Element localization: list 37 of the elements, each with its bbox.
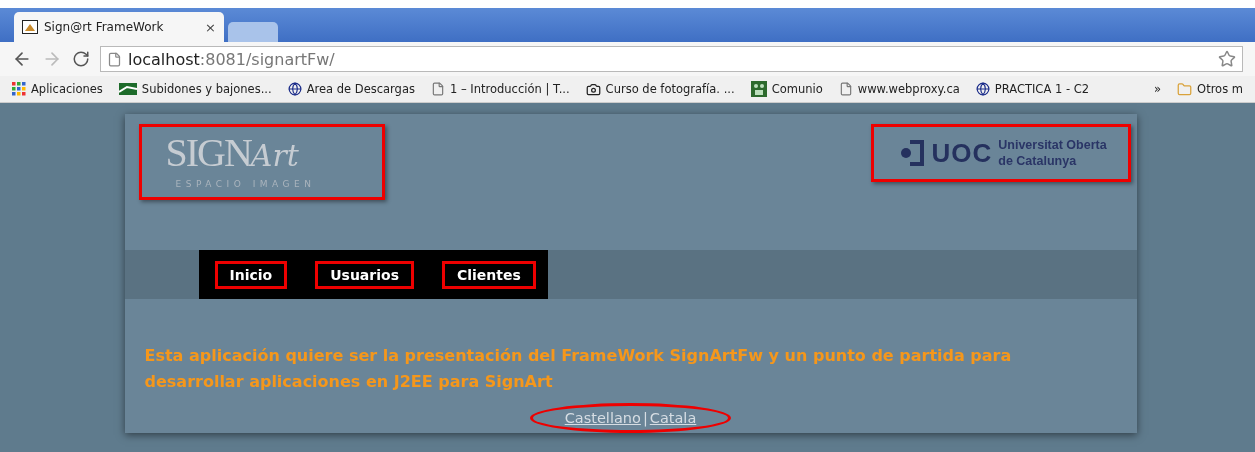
address-field[interactable]: localhost:8081/signartFw/	[100, 46, 1243, 72]
page-icon	[838, 82, 853, 96]
separator-text: |	[641, 410, 649, 426]
bookmark-link[interactable]: www.webproxy.ca	[838, 82, 960, 96]
bookmark-link[interactable]: 1 – Introducción | T...	[430, 82, 570, 96]
star-icon[interactable]	[1218, 50, 1236, 68]
bookmark-folder[interactable]: Otros m	[1177, 81, 1243, 97]
menu-link[interactable]: Inicio	[214, 260, 288, 289]
close-icon[interactable]: ×	[205, 19, 216, 35]
page-icon	[107, 51, 122, 67]
bookmark-link[interactable]: Subidones y bajones...	[118, 82, 272, 96]
folder-icon	[1177, 81, 1193, 97]
browser-tab[interactable]: Sign@rt FrameWork ×	[14, 12, 224, 42]
chart-icon	[118, 83, 137, 95]
logo-text: de Catalunya	[998, 153, 1078, 169]
logo-script-text: Art	[250, 139, 299, 173]
logo-text: Universitat Oberta	[998, 137, 1107, 153]
menu-link[interactable]: Usuarios	[315, 260, 414, 289]
apps-grid-icon	[12, 82, 26, 96]
logo-tagline: ESPACIO IMAGEN	[174, 179, 316, 189]
bookmark-link[interactable]: Aplicaciones	[12, 82, 103, 96]
menu-link[interactable]: Clientes	[442, 260, 536, 289]
bookmark-link[interactable]: PRACTICA 1 - C2	[975, 82, 1090, 96]
globe-icon	[287, 82, 302, 96]
bookmark-link[interactable]: Comunio	[750, 81, 823, 97]
team-icon	[750, 81, 767, 97]
logo-mark-icon	[899, 139, 926, 167]
camera-icon	[585, 81, 601, 97]
favicon-icon	[22, 20, 38, 34]
intro-text: Esta aplicación quiere ser la presentación del FrameWork SignArtFw y un punto de partida para desarrollar aplicaciones en J2EE para SignArt	[144, 345, 1013, 393]
reload-icon[interactable]	[72, 50, 90, 68]
bookmark-link[interactable]: Area de Descargas	[287, 82, 415, 96]
page-icon	[430, 82, 445, 96]
bookmark-link[interactable]: Curso de fotografía. ...	[585, 81, 735, 97]
globe-icon	[975, 82, 990, 96]
overflow-button[interactable]: »	[1154, 82, 1162, 96]
logo-text: UOC	[931, 137, 993, 169]
